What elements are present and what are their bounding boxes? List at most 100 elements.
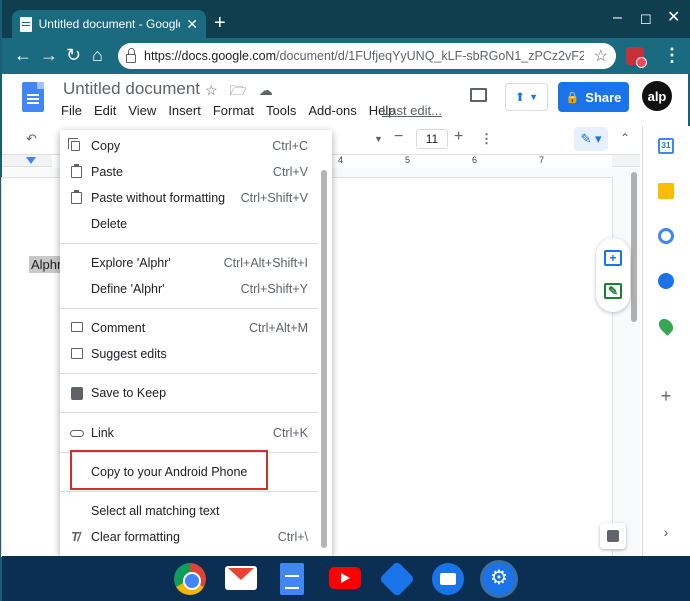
menu-insert[interactable]: Insert <box>168 103 201 118</box>
increase-font-icon[interactable]: + <box>454 128 463 146</box>
reload-icon[interactable]: ↻ <box>66 45 81 65</box>
last-edit-link[interactable]: Last edit... <box>382 103 442 118</box>
menu-item-label: Suggest edits <box>91 347 167 361</box>
star-icon[interactable]: ☆ <box>205 82 218 98</box>
menu-item-label: Select all matching text <box>91 504 220 518</box>
extension-icon[interactable] <box>626 47 647 68</box>
decrease-font-icon[interactable]: − <box>394 128 403 146</box>
menu-item-paste[interactable]: Paste Ctrl+V <box>60 159 318 185</box>
files-icon[interactable] <box>432 563 464 595</box>
comment-history-icon[interactable] <box>470 88 487 102</box>
menu-item-explore[interactable]: Explore 'Alphr' Ctrl+Alt+Shift+I <box>60 250 318 276</box>
editing-mode-icon[interactable]: ✎ ▾ <box>574 127 608 151</box>
page-scrollbar[interactable] <box>628 168 640 556</box>
url-domain: https://docs.google.com <box>144 49 277 63</box>
undo-icon[interactable]: ↶ <box>26 131 37 147</box>
font-size-input[interactable]: 11 <box>416 129 448 149</box>
collapse-chevron-icon[interactable]: ⌃ <box>620 131 630 145</box>
menu-separator <box>60 243 318 244</box>
close-window-icon[interactable]: ✕ <box>667 10 680 26</box>
menu-file[interactable]: File <box>61 103 82 118</box>
home-icon[interactable]: ⌂ <box>92 45 103 65</box>
share-button[interactable]: 🔒 Share <box>558 82 629 112</box>
back-arrow-icon[interactable]: ← <box>14 45 32 65</box>
selected-text[interactable]: Alphr <box>29 256 64 273</box>
ruler-number: 6 <box>472 155 478 165</box>
menu-tools[interactable]: Tools <box>266 103 296 118</box>
browser-window: Untitled document - Google Docs ✕ + – ☐ … <box>0 0 690 601</box>
menu-item-label: Save to Keep <box>91 386 167 400</box>
menu-item-select-all-matching[interactable]: Select all matching text <box>60 498 318 524</box>
menu-scrollbar[interactable] <box>321 170 327 548</box>
menu-item-delete[interactable]: Delete <box>60 211 318 237</box>
menu-item-comment[interactable]: Comment Ctrl+Alt+M <box>60 315 318 341</box>
close-tab-icon[interactable]: ✕ <box>186 16 198 33</box>
url-text[interactable]: https://docs.google.com/document/d/1FUfj… <box>144 49 584 63</box>
lock-icon[interactable] <box>126 48 136 63</box>
menu-item-copy[interactable]: Copy Ctrl+C <box>60 133 318 159</box>
ruler-number: 7 <box>539 155 545 165</box>
indent-marker-icon[interactable] <box>26 157 36 164</box>
menu-item-define[interactable]: Define 'Alphr' Ctrl+Shift+Y <box>60 276 318 302</box>
browser-menu-icon[interactable]: ⋮ <box>663 45 681 65</box>
bookmark-star-icon[interactable]: ☆ <box>594 46 608 66</box>
chrome-icon[interactable] <box>174 563 206 595</box>
menu-item-label: Paste <box>91 165 123 179</box>
add-icon[interactable]: + <box>658 387 674 405</box>
link-icon <box>70 430 84 437</box>
suggest-edit-icon[interactable]: ✎ <box>604 283 622 299</box>
chevron-right-icon[interactable]: › <box>658 524 674 540</box>
present-button[interactable]: ⬆ ▼ <box>505 83 548 111</box>
avatar[interactable]: alp <box>642 81 672 111</box>
font-dropdown-chevron-icon[interactable]: ▼ <box>374 134 383 144</box>
copy-icon <box>68 138 80 151</box>
calendar-icon[interactable]: 31 <box>658 138 674 154</box>
menu-item-save-to-keep[interactable]: Save to Keep <box>60 380 318 406</box>
forward-arrow-icon[interactable]: → <box>40 45 58 65</box>
minimize-icon[interactable]: – <box>613 10 622 26</box>
browser-tab[interactable]: Untitled document - Google Docs ✕ <box>12 10 206 38</box>
maximize-icon[interactable]: ☐ <box>640 12 652 28</box>
menu-addons[interactable]: Add-ons <box>308 103 356 118</box>
youtube-icon[interactable] <box>329 567 361 589</box>
menu-item-copy-to-android-phone[interactable]: Copy to your Android Phone <box>60 459 318 485</box>
address-bar[interactable]: https://docs.google.com/document/d/1FUfj… <box>118 43 616 69</box>
comment-icon <box>71 322 83 332</box>
paste-plain-icon <box>71 190 82 204</box>
menu-item-clear-formatting[interactable]: T̸ Clear formatting Ctrl+\ <box>60 524 318 550</box>
menu-item-shortcut: Ctrl+\ <box>277 530 308 544</box>
share-label: Share <box>585 89 622 105</box>
scroll-thumb[interactable] <box>631 172 637 322</box>
settings-icon[interactable] <box>483 563 515 595</box>
gmail-icon[interactable] <box>225 566 257 590</box>
lock-share-icon: 🔒 <box>565 91 580 104</box>
url-path: /document/d/1FUfjeqYyUNQ_kLF-sbRGoN1_zPC… <box>276 49 584 63</box>
menu-view[interactable]: View <box>128 103 156 118</box>
menu-item-shortcut: Ctrl+Shift+Y <box>240 282 308 296</box>
tab-strip: Untitled document - Google Docs ✕ + – ☐ … <box>2 0 690 38</box>
add-comment-icon[interactable]: + <box>604 250 622 266</box>
menu-edit[interactable]: Edit <box>94 103 116 118</box>
docs-logo-icon[interactable] <box>22 82 44 112</box>
paste-icon <box>71 164 82 178</box>
menu-item-shortcut: Ctrl+Shift+V <box>240 191 308 205</box>
move-folder-icon[interactable]: 🗁 <box>229 82 246 98</box>
menu-item-label: Comment <box>91 321 146 335</box>
keep-icon[interactable] <box>658 183 674 199</box>
tasks-icon[interactable] <box>658 228 674 244</box>
cloud-status-icon[interactable]: ☁ <box>259 82 273 98</box>
browser-toolbar: ← → ↻ ⌂ https://docs.google.com/document… <box>2 38 690 74</box>
menu-format[interactable]: Format <box>213 103 254 118</box>
new-tab-icon[interactable]: + <box>214 13 226 33</box>
menu-item-link[interactable]: Link Ctrl+K <box>60 420 318 446</box>
contacts-icon[interactable] <box>658 273 674 289</box>
document-title[interactable]: Untitled document <box>63 79 200 99</box>
menu-item-paste-without-formatting[interactable]: Paste without formatting Ctrl+Shift+V <box>60 185 318 211</box>
docs-icon[interactable] <box>280 563 304 595</box>
hub-icon[interactable] <box>378 560 416 598</box>
menu-item-suggest-edits[interactable]: Suggest edits <box>60 341 318 367</box>
menu-item-label: Explore 'Alphr' <box>91 256 171 270</box>
bold-icon[interactable]: ⋮ <box>480 131 493 147</box>
maps-icon[interactable] <box>656 316 676 336</box>
explore-icon[interactable] <box>600 523 626 549</box>
